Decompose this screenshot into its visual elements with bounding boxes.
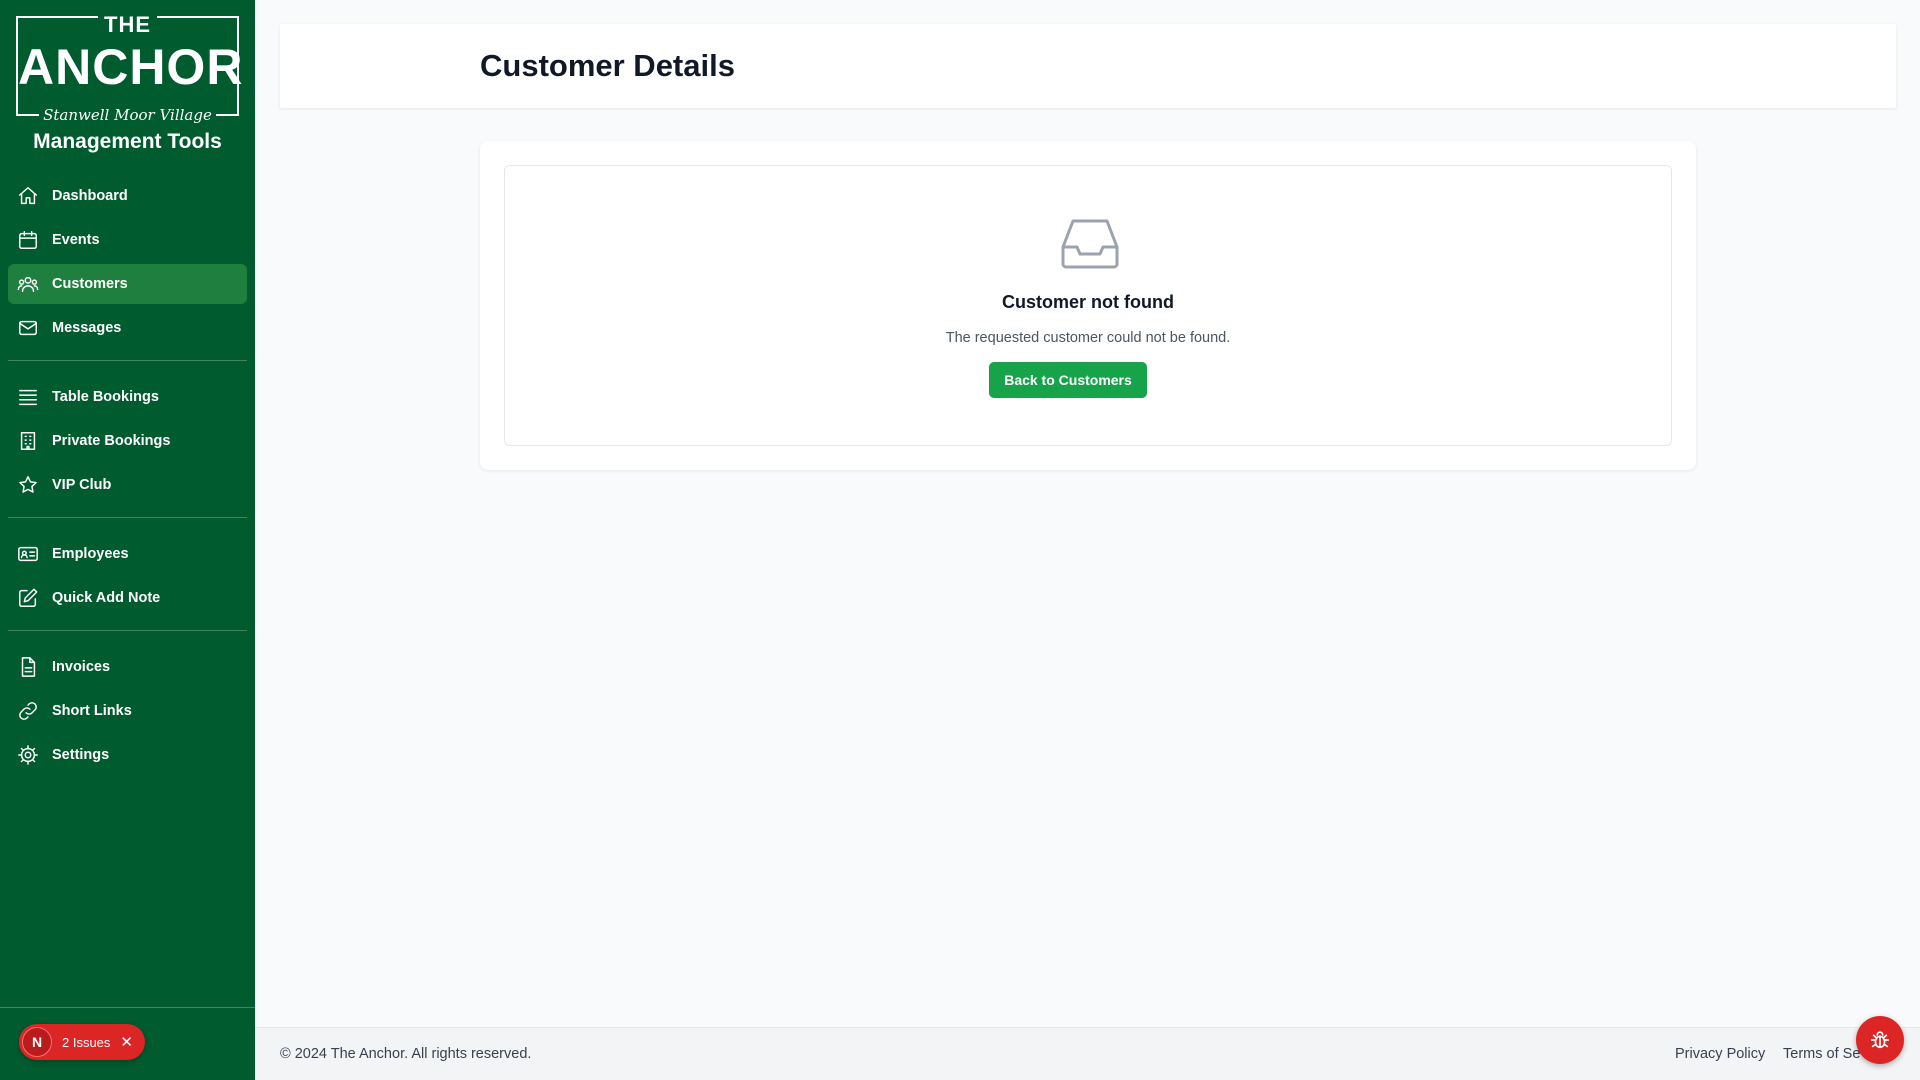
- building-icon: [16, 429, 40, 453]
- sidebar-item-label: Invoices: [52, 659, 111, 675]
- sidebar-item-label: Short Links: [52, 703, 132, 719]
- issues-label[interactable]: 2 Issues: [62, 1035, 110, 1050]
- bug-icon: [1869, 1029, 1891, 1051]
- gear-icon: [16, 743, 40, 767]
- star-icon: [16, 473, 40, 497]
- sidebar-item-settings[interactable]: Settings: [8, 735, 247, 775]
- sidebar-item-label: Employees: [52, 546, 129, 562]
- sidebar-item-vip-club[interactable]: VIP Club: [8, 465, 247, 505]
- anchor-logo[interactable]: THE ANCHOR Stanwell Moor Village: [16, 12, 244, 124]
- link-icon: [16, 699, 40, 723]
- sidebar-title: Management Tools: [33, 130, 222, 153]
- sidebar-divider: [8, 360, 247, 361]
- logo-the-text: THE: [98, 12, 157, 37]
- users-icon: [16, 272, 40, 296]
- sidebar-divider: [8, 517, 247, 518]
- sidebar-item-short-links[interactable]: Short Links: [8, 691, 247, 731]
- issues-badge[interactable]: N: [22, 1027, 52, 1057]
- terms-link[interactable]: Terms of Se: [1783, 1046, 1860, 1062]
- home-icon: [16, 184, 40, 208]
- sidebar: THE ANCHOR Stanwell Moor Village Managem…: [0, 0, 255, 1080]
- empty-state: Customer not found The requested custome…: [504, 165, 1672, 446]
- sidebar-item-table-bookings[interactable]: Table Bookings: [8, 377, 247, 417]
- customer-details-card: Customer not found The requested custome…: [480, 141, 1696, 470]
- sidebar-nav: Dashboard Events Customers Messages Tabl…: [8, 176, 247, 779]
- logo-name-text: ANCHOR: [18, 39, 244, 95]
- footer-links: Privacy Policy Terms of Se: [1675, 1046, 1874, 1062]
- sidebar-item-events[interactable]: Events: [8, 220, 247, 260]
- close-icon[interactable]: ✕: [120, 1033, 133, 1051]
- page-title: Customer Details: [480, 48, 735, 83]
- copyright-text: © 2024 The Anchor. All rights reserved.: [280, 1046, 532, 1062]
- sidebar-item-label: VIP Club: [52, 477, 112, 493]
- privacy-policy-link[interactable]: Privacy Policy: [1675, 1046, 1765, 1062]
- sidebar-item-label: Dashboard: [52, 188, 128, 204]
- back-to-customers-button[interactable]: Back to Customers: [989, 362, 1147, 398]
- sidebar-item-dashboard[interactable]: Dashboard: [8, 176, 247, 216]
- sidebar-item-label: Messages: [52, 320, 122, 336]
- id-card-icon: [16, 542, 40, 566]
- sidebar-item-private-bookings[interactable]: Private Bookings: [8, 421, 247, 461]
- sidebar-item-label: Events: [52, 232, 100, 248]
- sidebar-divider: [8, 630, 247, 631]
- logo-subtitle-text: Stanwell Moor Village: [39, 106, 216, 124]
- empty-state-title: Customer not found: [1002, 292, 1174, 312]
- document-icon: [16, 655, 40, 679]
- sidebar-item-label: Quick Add Note: [52, 590, 161, 606]
- sidebar-bottom-divider: [0, 1007, 255, 1008]
- inbox-icon: [1061, 218, 1119, 270]
- sidebar-item-label: Private Bookings: [52, 433, 171, 449]
- sidebar-item-messages[interactable]: Messages: [8, 308, 247, 348]
- sidebar-item-customers[interactable]: Customers: [8, 264, 247, 304]
- footer: © 2024 The Anchor. All rights reserved. …: [255, 1027, 1920, 1080]
- sidebar-item-label: Settings: [52, 747, 110, 763]
- bug-report-button[interactable]: [1856, 1016, 1904, 1064]
- sidebar-item-label: Table Bookings: [52, 389, 159, 405]
- sidebar-item-invoices[interactable]: Invoices: [8, 647, 247, 687]
- page-header: Customer Details: [280, 24, 1896, 108]
- envelope-icon: [16, 316, 40, 340]
- sidebar-item-employees[interactable]: Employees: [8, 534, 247, 574]
- calendar-icon: [16, 228, 40, 252]
- empty-state-description: The requested customer could not be foun…: [945, 330, 1231, 346]
- sidebar-item-quick-add-note[interactable]: Quick Add Note: [8, 578, 247, 618]
- table-icon: [16, 385, 40, 409]
- sidebar-item-label: Customers: [52, 276, 128, 292]
- pencil-square-icon: [16, 586, 40, 610]
- issues-indicator[interactable]: N 2 Issues ✕: [19, 1024, 145, 1060]
